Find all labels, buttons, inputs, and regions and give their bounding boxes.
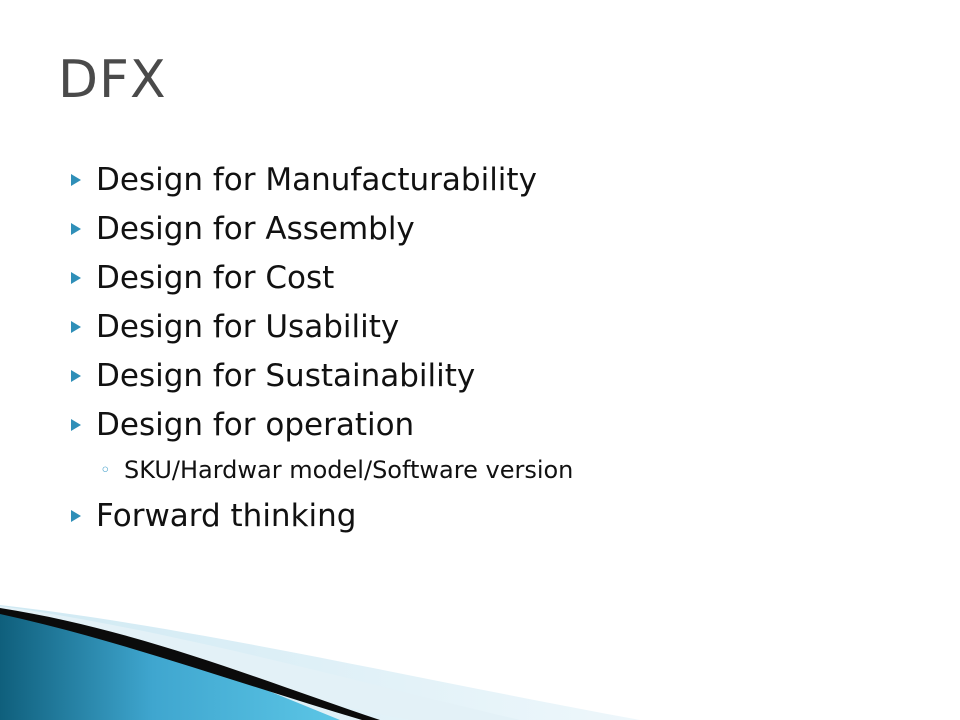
list-item: Design for Manufacturability — [70, 155, 890, 204]
list-item-label: Design for Assembly — [96, 210, 415, 247]
triangle-bullet-icon — [70, 173, 96, 187]
bullet-list: Design for Manufacturability Design for … — [70, 155, 890, 540]
list-item: Design for Assembly — [70, 204, 890, 253]
list-item-label: Design for Usability — [96, 308, 400, 345]
triangle-bullet-icon — [70, 418, 96, 432]
list-item: Design for Usability — [70, 302, 890, 351]
triangle-bullet-icon — [70, 369, 96, 383]
triangle-bullet-icon — [70, 320, 96, 334]
list-item-label: Design for operation — [96, 406, 415, 443]
slide-title: DFX — [58, 50, 167, 110]
list-item: Design for operation — [70, 400, 890, 449]
list-item-label: Forward thinking — [96, 497, 357, 534]
list-item: Forward thinking — [70, 491, 890, 540]
list-subitem-label: SKU/Hardwar model/Software version — [124, 456, 574, 484]
list-item-label: Design for Sustainability — [96, 357, 476, 394]
list-item: Design for Cost — [70, 253, 890, 302]
list-item: Design for Sustainability — [70, 351, 890, 400]
ring-bullet-icon: ◦ — [100, 459, 111, 481]
list-item-label: Design for Manufacturability — [96, 161, 537, 198]
triangle-bullet-icon — [70, 271, 96, 285]
triangle-bullet-icon — [70, 222, 96, 236]
list-subitem: ◦ SKU/Hardwar model/Software version — [100, 449, 890, 491]
slide: DFX Design for Manufacturability Design … — [0, 0, 960, 720]
list-item-label: Design for Cost — [96, 259, 335, 296]
triangle-bullet-icon — [70, 509, 96, 523]
